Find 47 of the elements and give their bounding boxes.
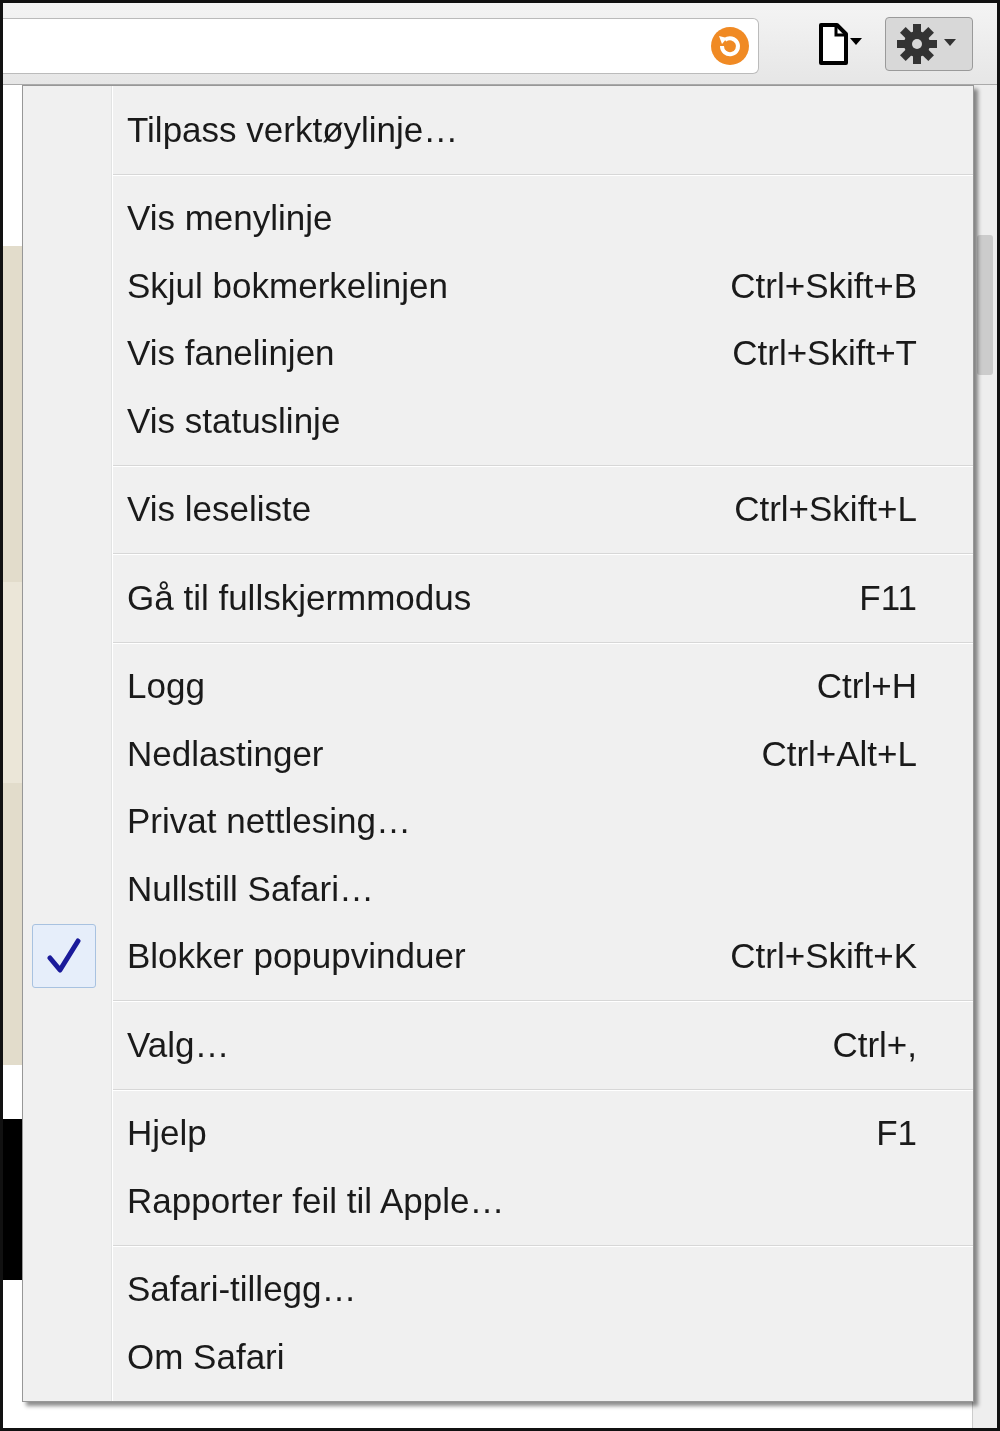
menu-item-label: Privat nettlesing… bbox=[127, 801, 412, 842]
keyboard-shortcut: F1 bbox=[876, 1113, 917, 1154]
menu-item[interactable]: Vis fanelinjen Ctrl+Skift+T bbox=[23, 319, 973, 387]
keyboard-shortcut: Ctrl+Alt+L bbox=[761, 733, 917, 774]
menu-item-label: Nedlastinger bbox=[127, 733, 324, 774]
menu-item[interactable]: Vis statuslinje bbox=[23, 387, 973, 455]
menu-item[interactable]: Blokker popupvinduer Ctrl+Skift+K bbox=[23, 922, 973, 990]
menu-item[interactable]: Skjul bokmerkelinjen Ctrl+Skift+B bbox=[23, 252, 973, 320]
menu-item[interactable]: Om Safari bbox=[23, 1323, 973, 1391]
menu-item-label: Vis statuslinje bbox=[127, 400, 341, 441]
keyboard-shortcut: Ctrl+Skift+B bbox=[730, 265, 917, 306]
menu-item[interactable]: Nedlastinger Ctrl+Alt+L bbox=[23, 720, 973, 788]
menu-item-label: Rapporter feil til Apple… bbox=[127, 1180, 505, 1221]
menu-item[interactable]: Logg Ctrl+H bbox=[23, 652, 973, 720]
menu-item-label: Blokker popupvinduer bbox=[127, 936, 466, 977]
menu-item[interactable]: Gå til fullskjermmodus F11 bbox=[23, 564, 973, 632]
menu-item-label: Om Safari bbox=[127, 1336, 285, 1377]
menu-item[interactable]: Tilpass verktøylinje… bbox=[23, 96, 973, 164]
reload-icon[interactable] bbox=[710, 25, 750, 66]
keyboard-shortcut: Ctrl+Skift+L bbox=[734, 489, 917, 530]
menu-item-label: Vis menylinje bbox=[127, 198, 333, 239]
scrollbar[interactable] bbox=[972, 85, 997, 1428]
menu-item-label: Safari-tillegg… bbox=[127, 1269, 357, 1310]
keyboard-shortcut: F11 bbox=[859, 577, 917, 618]
menu-item[interactable]: Hjelp F1 bbox=[23, 1099, 973, 1167]
menu-item[interactable]: Privat nettlesing… bbox=[23, 787, 973, 855]
menu-item-label: Valg… bbox=[127, 1024, 230, 1065]
menu-item[interactable]: Rapporter feil til Apple… bbox=[23, 1167, 973, 1235]
menu-item-label: Hjelp bbox=[127, 1113, 207, 1154]
menu-item-label: Skjul bokmerkelinjen bbox=[127, 265, 448, 306]
menu-item[interactable]: Vis leseliste Ctrl+Skift+L bbox=[23, 475, 973, 543]
menu-item-label: Gå til fullskjermmodus bbox=[127, 577, 472, 618]
menu-item-label: Vis fanelinjen bbox=[127, 333, 335, 374]
keyboard-shortcut: Ctrl+, bbox=[832, 1024, 917, 1065]
keyboard-shortcut: Ctrl+H bbox=[816, 666, 917, 707]
menu-item-label: Logg bbox=[127, 666, 205, 707]
address-field[interactable] bbox=[3, 17, 759, 74]
menu-item-label: Tilpass verktøylinje… bbox=[127, 109, 459, 150]
menu-item[interactable]: Vis menylinje bbox=[23, 184, 973, 252]
settings-menu-button[interactable] bbox=[885, 16, 973, 71]
menu-item[interactable]: Valg… Ctrl+, bbox=[23, 1011, 973, 1079]
menu-item-label: Vis leseliste bbox=[127, 489, 312, 530]
menu-item[interactable]: Safari-tillegg… bbox=[23, 1255, 973, 1323]
menu-item-label: Nullstill Safari… bbox=[127, 868, 374, 909]
keyboard-shortcut: Ctrl+Skift+K bbox=[730, 936, 917, 977]
menu-item[interactable]: Nullstill Safari… bbox=[23, 855, 973, 923]
keyboard-shortcut: Ctrl+Skift+T bbox=[732, 333, 917, 374]
